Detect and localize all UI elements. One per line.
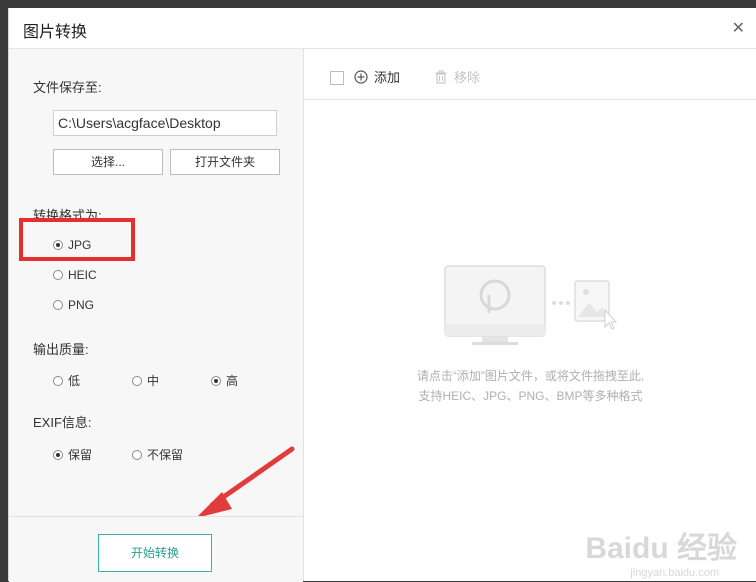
empty-hint-line2: 支持HEIC、JPG、PNG、BMP等多种格式 (418, 389, 643, 403)
choose-button[interactable]: 选择... (53, 149, 163, 175)
left-settings-panel: 文件保存至: 选择... 打开文件夹 转换格式为: JPG HEIC PNG 输… (9, 49, 304, 582)
quality-label: 输出质量: (33, 342, 89, 357)
exif-discard-label: 不保留 (147, 448, 184, 462)
add-label: 添加 (374, 70, 401, 85)
quality-high-label: 高 (226, 374, 239, 388)
baidu-watermark-url: jingyan.baidu.com (630, 567, 719, 579)
radio-icon (132, 375, 142, 386)
radio-icon (53, 300, 63, 310)
quality-medium-label: 中 (147, 374, 160, 388)
add-icon (354, 69, 368, 84)
add-button[interactable]: 添加 (354, 67, 400, 86)
baidu-watermark: Baidu 经验 (585, 532, 737, 565)
exif-label: EXIF信息: (33, 415, 92, 430)
quality-option-low[interactable]: 低 (53, 372, 80, 389)
empty-state-illustration (444, 265, 618, 345)
radio-icon (53, 270, 63, 280)
file-toolbar: 添加 移除 (304, 49, 756, 100)
start-convert-button[interactable]: 开始转换 (98, 534, 212, 572)
format-option-heic[interactable]: HEIC (53, 268, 97, 282)
open-folder-button[interactable]: 打开文件夹 (170, 149, 280, 175)
format-heic-label: HEIC (68, 268, 97, 282)
radio-checked-icon (211, 375, 221, 386)
image-convert-dialog: 图片转换 ✕ 文件保存至: 选择... 打开文件夹 转换格式为: JPG HEI… (8, 8, 756, 582)
quality-option-high[interactable]: 高 (211, 372, 238, 389)
save-location-label: 文件保存至: (33, 80, 102, 95)
save-path-input[interactable] (53, 110, 277, 136)
remove-button[interactable]: 移除 (434, 67, 480, 86)
format-option-png[interactable]: PNG (53, 298, 94, 312)
radio-checked-icon (53, 449, 63, 460)
quality-option-medium[interactable]: 中 (132, 372, 159, 389)
radio-icon (132, 449, 142, 460)
remove-label: 移除 (454, 70, 481, 85)
close-icon[interactable]: ✕ (732, 18, 745, 38)
highlight-box (19, 218, 135, 261)
file-list-panel: 添加 移除 请点击“添加”图片文件，或将文件拖拽至此, 支持HEIC、JPG、P… (304, 49, 756, 581)
dialog-title: 图片转换 (23, 24, 88, 41)
title-bar: 图片转换 ✕ (9, 8, 756, 49)
trash-icon (435, 70, 447, 84)
radio-icon (53, 375, 63, 386)
format-png-label: PNG (68, 298, 95, 312)
exif-option-discard[interactable]: 不保留 (132, 446, 183, 463)
empty-hint-line1: 请点击“添加”图片文件，或将文件拖拽至此, (416, 369, 645, 383)
quality-low-label: 低 (68, 374, 81, 388)
select-all-checkbox[interactable] (330, 71, 344, 85)
exif-option-keep[interactable]: 保留 (53, 446, 92, 463)
bottom-bar: 开始转换 (9, 516, 303, 582)
exif-keep-label: 保留 (68, 448, 93, 462)
